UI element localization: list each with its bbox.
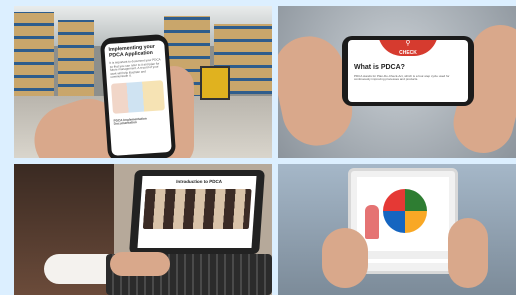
hand	[448, 218, 488, 288]
screen-body: It is important to document your PDCA so…	[109, 57, 161, 80]
check-badge: ⚲ CHECK	[378, 40, 438, 56]
laptop-lid: Introduction to PDCA	[129, 170, 265, 254]
warehouse-phone-photo: Implementing your PDCA Application It is…	[14, 6, 272, 158]
screen-body: PDCA stands for Plan-Do-Check-Act, which…	[354, 73, 450, 82]
forklift	[200, 66, 230, 100]
tablet-screen	[357, 177, 449, 263]
landscape-phone-photo: ⚲ CHECK What is PDCA? PDCA stands for Pl…	[278, 6, 516, 158]
laptop-screen: Introduction to PDCA	[137, 176, 257, 248]
presenter-figure	[365, 205, 379, 239]
laptop-photo: Introduction to PDCA	[14, 164, 272, 295]
warehouse-shelf	[14, 12, 54, 104]
screen-footer: PDCA Implementation Documentation	[113, 116, 147, 127]
smartphone: Implementing your PDCA Application It is…	[99, 33, 177, 158]
warehouse-shelf	[58, 20, 94, 100]
pdca-wheel	[383, 189, 427, 233]
slide-title: Introduction to PDCA	[176, 179, 223, 184]
phone-screen: Implementing your PDCA Application It is…	[104, 40, 172, 156]
smartphone-landscape: ⚲ CHECK What is PDCA? PDCA stands for Pl…	[342, 36, 474, 106]
tablet-photo	[278, 164, 516, 295]
phone-screen: ⚲ CHECK What is PDCA? PDCA stands for Pl…	[348, 40, 468, 102]
slide-image	[142, 188, 252, 229]
hand	[110, 252, 170, 276]
hand	[322, 228, 368, 288]
magnifier-icon: ⚲	[405, 40, 411, 47]
screen-title: What is PDCA?	[354, 64, 405, 71]
nav-bar	[357, 251, 449, 259]
people-illustration	[110, 79, 165, 114]
check-label: CHECK	[399, 50, 417, 56]
image-grid: Implementing your PDCA Application It is…	[0, 0, 516, 295]
screen-title: Implementing your PDCA Application	[108, 43, 156, 59]
